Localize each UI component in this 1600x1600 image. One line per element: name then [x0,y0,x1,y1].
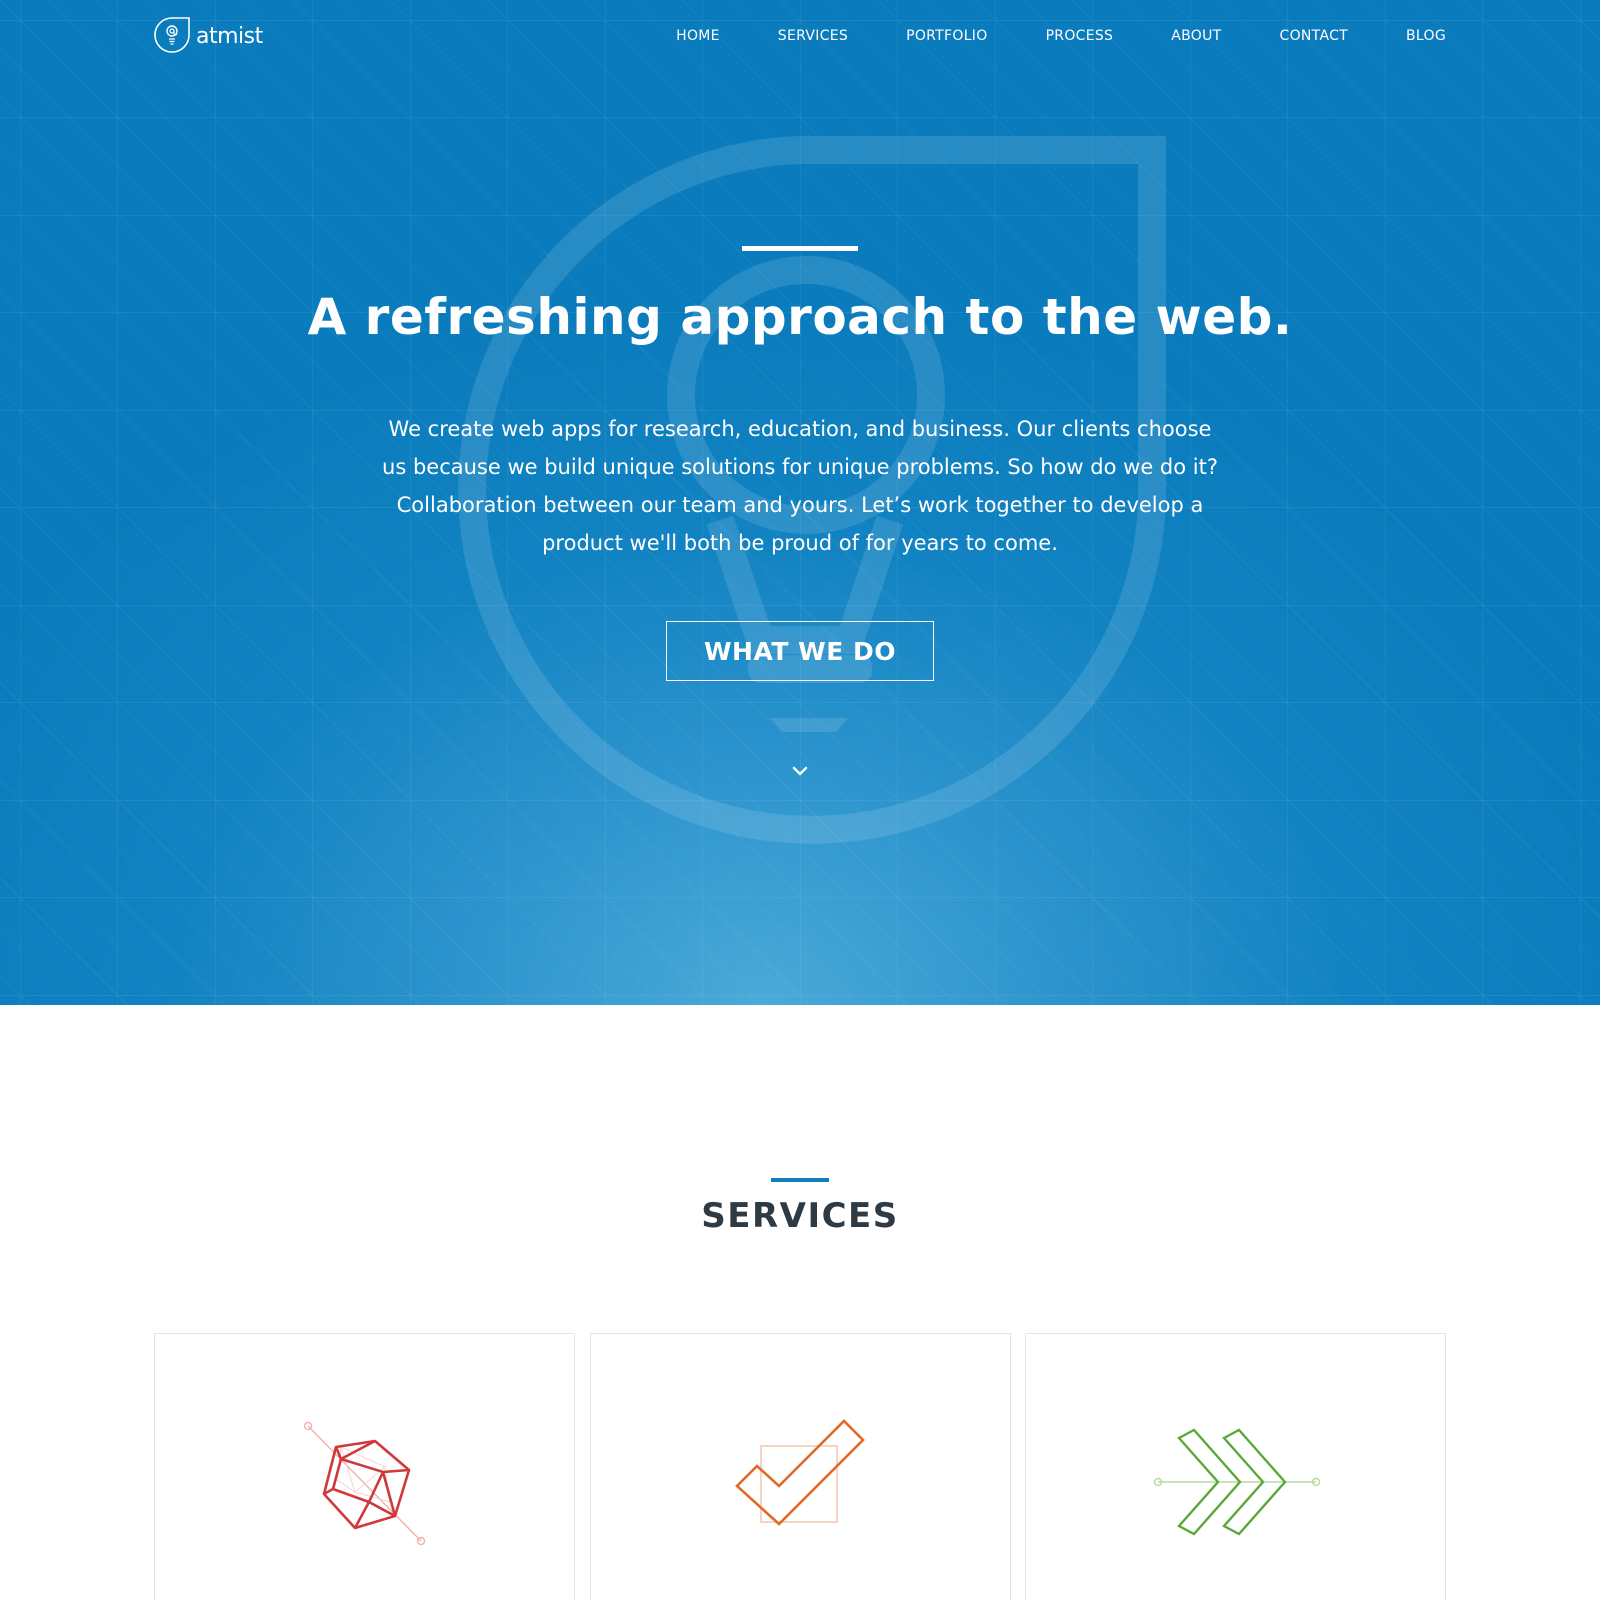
nav-home[interactable]: HOME [676,28,720,44]
nav-services[interactable]: SERVICES [778,28,848,44]
services-divider [771,1178,829,1182]
checkmark-icon [735,1419,865,1526]
service-card-1[interactable] [154,1333,575,1600]
nav-portfolio[interactable]: PORTFOLIO [906,28,987,44]
hero-title: A refreshing approach to the web. [307,288,1293,346]
fast-forward-arrows-icon [1153,1428,1321,1536]
nav-process[interactable]: PROCESS [1046,28,1114,44]
hero-section: atmist HOME SERVICES PORTFOLIO PROCESS A… [0,0,1600,1005]
service-card-2[interactable] [590,1333,1011,1600]
polyhedron-icon [303,1421,426,1546]
lightbulb-logo-icon [154,17,190,53]
nav-blog[interactable]: BLOG [1406,28,1446,44]
service-card-3[interactable] [1025,1333,1446,1600]
nav-contact[interactable]: CONTACT [1280,28,1349,44]
nav-about[interactable]: ABOUT [1171,28,1221,44]
main-nav: HOME SERVICES PORTFOLIO PROCESS ABOUT CO… [676,26,1446,46]
brand-name: atmist [196,23,263,49]
hero-description: We create web apps for research, educati… [382,417,1218,555]
services-title: SERVICES [701,1196,899,1236]
site-logo[interactable]: atmist [153,16,263,56]
what-we-do-button[interactable]: WHAT WE DO [666,621,934,681]
chevron-down-icon[interactable] [791,762,809,780]
hero-divider [742,246,858,251]
